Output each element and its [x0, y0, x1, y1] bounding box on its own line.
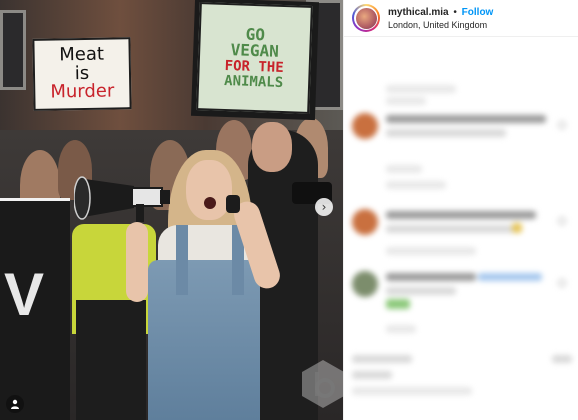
comment-text: [386, 273, 476, 281]
action-bar: [352, 355, 412, 363]
comment-text: [386, 85, 456, 93]
banner-letter: V: [4, 261, 45, 328]
profile-avatar[interactable]: [352, 4, 380, 32]
heart-icon[interactable]: [558, 279, 566, 287]
woman-arm: [126, 222, 148, 302]
follow-button[interactable]: Follow: [462, 7, 494, 18]
woman-face: [186, 160, 232, 220]
heart-icon[interactable]: [558, 121, 566, 129]
comment-text: [386, 287, 456, 295]
comment-text: [386, 129, 506, 137]
sign-line: ANIMALS: [223, 72, 284, 91]
watermark-logo-icon: [302, 360, 343, 408]
likes-count: [352, 371, 392, 379]
separator-dot: •: [453, 6, 457, 18]
comment-meta: [386, 181, 446, 189]
person-icon: [11, 399, 19, 409]
emoji: [512, 223, 522, 233]
comment-text: [386, 97, 426, 105]
action-bar: [552, 355, 572, 363]
comment-text: [386, 225, 516, 233]
comment-text: [386, 115, 546, 123]
location-link[interactable]: London, United Kingdom: [388, 19, 493, 31]
sign-line: Meat: [59, 43, 105, 66]
comment-meta: [386, 247, 476, 255]
comment-text: [386, 211, 536, 219]
overall-strap: [176, 225, 188, 295]
woman-mouth: [204, 197, 216, 209]
man-face: [252, 122, 292, 172]
commenter-avatar: [352, 113, 378, 139]
comment-meta: [386, 325, 416, 333]
microphone: [226, 195, 240, 213]
commenter-avatar: [352, 209, 378, 235]
post-photo[interactable]: Meat is Murder GO VEGAN FOR THE ANIMALS …: [0, 0, 343, 420]
username-link[interactable]: mythical.mia: [388, 7, 449, 18]
sign-line: Murder: [50, 80, 115, 103]
comment-mention: [478, 273, 542, 281]
tagged-users-button[interactable]: [6, 395, 24, 413]
megaphone: [74, 176, 170, 222]
post-header: mythical.mia • Follow London, United Kin…: [344, 0, 578, 36]
post-sidebar: mythical.mia • Follow London, United Kin…: [343, 0, 578, 420]
emoji: [386, 299, 410, 309]
comment-meta: [386, 165, 422, 173]
header-divider: [344, 36, 578, 37]
go-vegan-sign: GO VEGAN FOR THE ANIMALS: [196, 2, 313, 114]
heart-icon[interactable]: [558, 217, 566, 225]
avatar-image: [355, 7, 377, 29]
next-photo-button[interactable]: ›: [315, 198, 333, 216]
chevron-right-icon: ›: [321, 200, 327, 214]
commenter-avatar: [352, 271, 378, 297]
meat-is-murder-sign: Meat is Murder: [32, 37, 132, 111]
likes-text: [352, 387, 472, 395]
crowd-person: [76, 300, 146, 420]
building-window: [0, 10, 26, 90]
